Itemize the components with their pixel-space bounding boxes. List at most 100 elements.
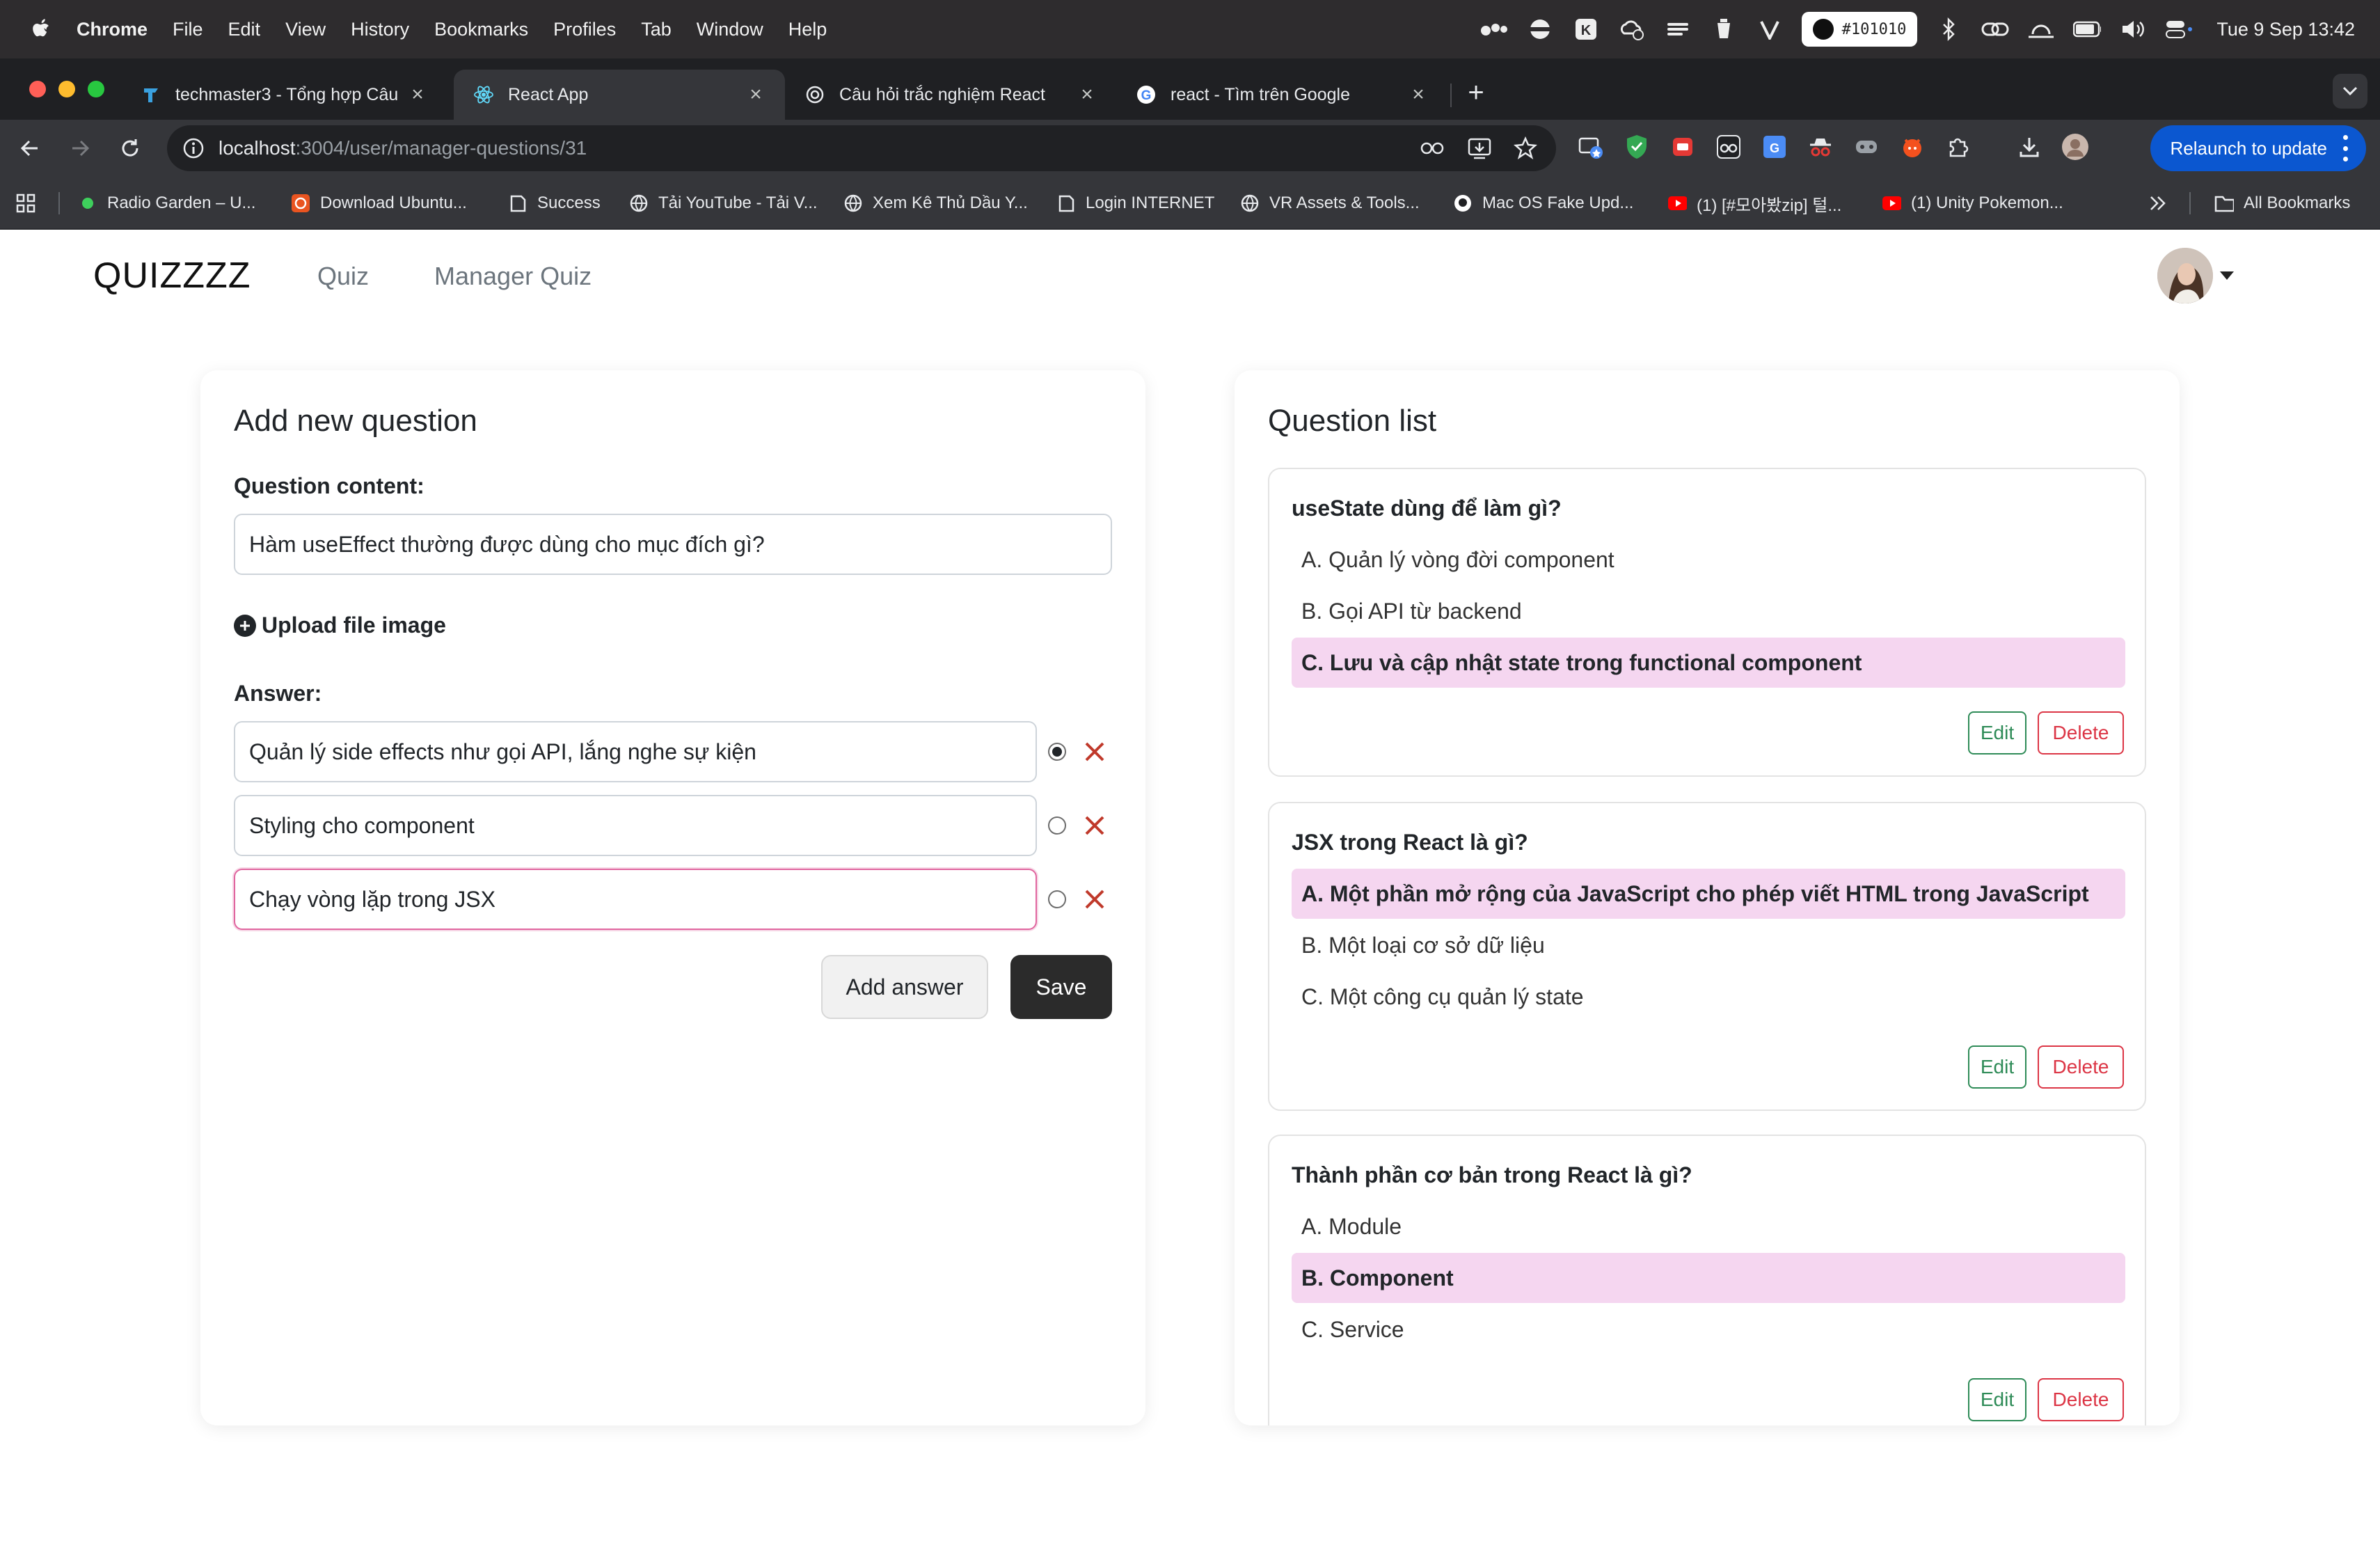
url-text[interactable]: localhost:3004/user/manager-questions/31: [219, 137, 587, 159]
password-key-icon[interactable]: [1420, 134, 1447, 162]
correct-answer-radio[interactable]: [1048, 816, 1066, 835]
volume-icon[interactable]: [2119, 15, 2147, 43]
tab-title: React App: [508, 84, 589, 104]
close-tab-icon[interactable]: ×: [1409, 83, 1428, 106]
edit-question-button[interactable]: Edit: [1968, 1045, 2026, 1089]
menu-window[interactable]: Window: [697, 19, 763, 40]
bookmark-item[interactable]: Xem Kê Thủ Dầu Y...: [843, 189, 1028, 217]
remove-answer-icon[interactable]: [1083, 740, 1106, 764]
menu-bookmarks[interactable]: Bookmarks: [434, 19, 528, 40]
close-tab-icon[interactable]: ×: [408, 83, 427, 106]
zoom-window-button[interactable]: [88, 81, 104, 97]
correct-answer-radio[interactable]: [1048, 743, 1066, 761]
address-bar[interactable]: localhost:3004/user/manager-questions/31: [167, 125, 1556, 171]
new-tab-button[interactable]: +: [1459, 75, 1493, 110]
menubar-clock[interactable]: Tue 9 Sep 13:42: [2216, 19, 2355, 40]
install-app-icon[interactable]: [1466, 134, 1493, 162]
save-button[interactable]: Save: [1010, 955, 1112, 1019]
bookmark-item[interactable]: Success: [508, 189, 601, 217]
answer-input[interactable]: Quản lý side effects như gọi API, lắng n…: [234, 721, 1037, 782]
nav-link-manager-quiz[interactable]: Manager Quiz: [434, 262, 592, 291]
tab-quiz-questions[interactable]: Câu hỏi trắc nghiệm React ×: [785, 70, 1116, 120]
bookmark-item[interactable]: Mac OS Fake Upd...: [1453, 189, 1633, 217]
site-info-icon[interactable]: [180, 134, 207, 162]
app-brand[interactable]: QUIZZZZ: [93, 255, 251, 297]
extension-fox-icon[interactable]: [1898, 133, 1926, 161]
extension-translate-icon[interactable]: G: [1761, 133, 1788, 161]
dots-menu-icon[interactable]: [1480, 15, 1508, 43]
menu-tab[interactable]: Tab: [641, 19, 672, 40]
question-content-input[interactable]: Hàm useEffect thường được dùng cho mục đ…: [234, 514, 1112, 575]
reload-button[interactable]: [114, 132, 146, 164]
nav-link-quiz[interactable]: Quiz: [317, 262, 369, 291]
bookmark-item[interactable]: VR Assets & Tools...: [1240, 189, 1420, 217]
extensions-puzzle-icon[interactable]: [1944, 133, 1972, 161]
bluetooth-icon[interactable]: [1935, 15, 1963, 43]
bookmark-item[interactable]: Radio Garden – U...: [78, 189, 255, 217]
sunrise-icon[interactable]: [2027, 15, 2055, 43]
color-picker-pill[interactable]: #101010: [1801, 12, 1918, 47]
bookmark-item[interactable]: Tải YouTube - Tải V...: [629, 189, 818, 217]
edit-question-button[interactable]: Edit: [1968, 1378, 2026, 1421]
extension-gamepad-icon[interactable]: [1853, 133, 1880, 161]
close-tab-icon[interactable]: ×: [746, 83, 765, 106]
extension-red-icon[interactable]: [1669, 133, 1697, 161]
edit-question-button[interactable]: Edit: [1968, 711, 2026, 755]
k-app-icon[interactable]: K: [1572, 15, 1600, 43]
menu-profiles[interactable]: Profiles: [553, 19, 616, 40]
bookmark-item[interactable]: Login INTERNET: [1056, 189, 1214, 217]
bookmark-item[interactable]: (1) Unity Pokemon...: [1882, 189, 2063, 217]
stripes-app-icon[interactable]: [1664, 15, 1692, 43]
relaunch-to-update-button[interactable]: Relaunch to update: [2150, 125, 2366, 171]
user-menu-toggle[interactable]: [2157, 248, 2234, 303]
control-center-icon[interactable]: [2165, 15, 2193, 43]
extension-spy-icon[interactable]: [1807, 133, 1834, 161]
menu-edit[interactable]: Edit: [228, 19, 261, 40]
upload-image-button[interactable]: Upload file image: [234, 613, 446, 638]
menu-chrome[interactable]: Chrome: [77, 19, 148, 40]
menu-help[interactable]: Help: [788, 19, 827, 40]
close-window-button[interactable]: [29, 81, 46, 97]
extension-shield-icon[interactable]: [1623, 133, 1651, 161]
v-app-icon[interactable]: [1756, 15, 1784, 43]
add-question-title: Add new question: [234, 404, 477, 438]
remove-answer-icon[interactable]: [1083, 887, 1106, 911]
link-icon[interactable]: [1981, 15, 2009, 43]
correct-answer-radio[interactable]: [1048, 890, 1066, 908]
minimize-window-button[interactable]: [58, 81, 75, 97]
cloud-time-icon[interactable]: [1618, 15, 1646, 43]
apps-grid-button[interactable]: [15, 189, 36, 217]
downloads-icon[interactable]: [2015, 133, 2043, 161]
menu-view[interactable]: View: [285, 19, 326, 40]
apple-icon[interactable]: [21, 10, 58, 48]
cup-icon[interactable]: [1710, 15, 1738, 43]
extension-screenshot-icon[interactable]: [1577, 133, 1605, 161]
mask-icon[interactable]: [1526, 15, 1554, 43]
bookmark-item[interactable]: Download Ubuntu...: [291, 189, 467, 217]
remove-answer-icon[interactable]: [1083, 814, 1106, 837]
folder-icon: [2214, 194, 2234, 213]
menu-history[interactable]: History: [351, 19, 409, 40]
tab-search-button[interactable]: [2333, 74, 2367, 109]
menu-file[interactable]: File: [173, 19, 203, 40]
answer-input[interactable]: Styling cho component: [234, 795, 1037, 856]
tab-techmaster[interactable]: techmaster3 - Tổng hợp Câu ×: [121, 70, 447, 120]
delete-question-button[interactable]: Delete: [2038, 711, 2124, 755]
profile-avatar-icon[interactable]: [2061, 133, 2089, 161]
delete-question-button[interactable]: Delete: [2038, 1045, 2124, 1089]
add-answer-button[interactable]: Add answer: [821, 955, 988, 1019]
close-tab-icon[interactable]: ×: [1077, 83, 1097, 106]
tab-react-app[interactable]: React App ×: [454, 70, 785, 120]
forward-button[interactable]: [64, 132, 96, 164]
battery-icon[interactable]: [2073, 15, 2102, 43]
all-bookmarks-button[interactable]: All Bookmarks: [2214, 189, 2350, 217]
tab-google-search[interactable]: G react - Tìm trên Google ×: [1116, 70, 1447, 120]
delete-question-button[interactable]: Delete: [2038, 1378, 2124, 1421]
back-button[interactable]: [14, 132, 46, 164]
question-content-label: Question content:: [234, 473, 425, 498]
more-bookmarks-button[interactable]: [2149, 189, 2167, 217]
answer-input[interactable]: Chạy vòng lặp trong JSX: [234, 869, 1037, 930]
extension-glasses-icon[interactable]: [1715, 133, 1743, 161]
bookmark-item[interactable]: (1) [#모아봤zip] 털...: [1667, 189, 1841, 217]
bookmark-star-icon[interactable]: [1512, 134, 1539, 162]
